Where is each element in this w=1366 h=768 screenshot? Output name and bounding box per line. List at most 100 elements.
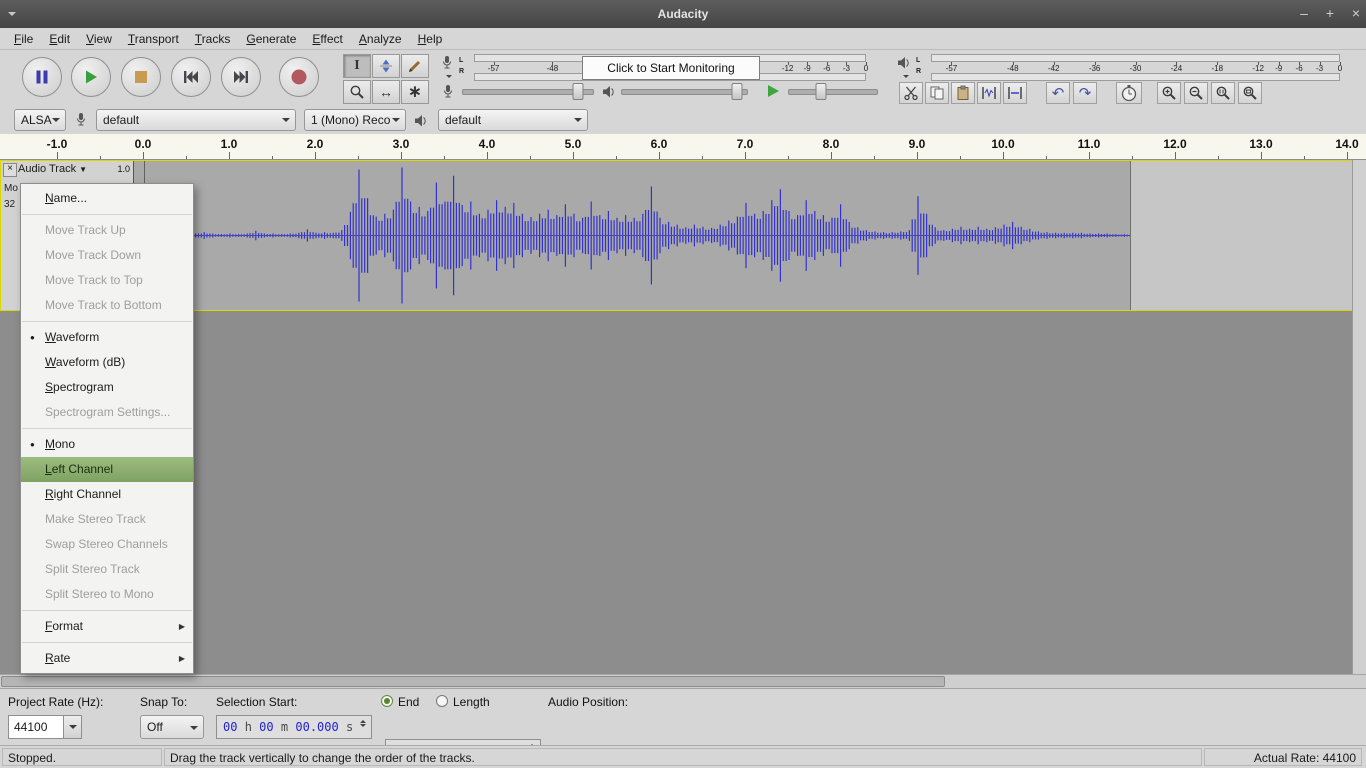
- menu-tracks[interactable]: Tracks: [187, 28, 239, 50]
- timeline-ruler[interactable]: -1.00.01.02.03.04.05.06.07.08.09.010.011…: [0, 134, 1366, 160]
- monitor-text[interactable]: Click to Start Monitoring: [582, 56, 760, 80]
- pause-button[interactable]: [22, 57, 62, 97]
- selection-tool-button[interactable]: I: [343, 54, 371, 78]
- end-radio-label[interactable]: End: [398, 695, 419, 709]
- menu-view[interactable]: View: [78, 28, 120, 50]
- skip-to-end-button[interactable]: [221, 57, 261, 97]
- menu-item-rate[interactable]: Rate▶: [21, 646, 193, 671]
- meter-tick: [866, 62, 867, 65]
- audio-host-select[interactable]: ALSA: [14, 109, 66, 131]
- playback-meter[interactable]: LR -57-48-42-36-30-24-18-12-9-6-30: [895, 53, 1342, 82]
- meter-scale-number: -30: [1130, 64, 1142, 73]
- playback-device-select[interactable]: default: [438, 109, 588, 131]
- project-rate-input[interactable]: 44100: [8, 715, 64, 739]
- menu-item-left-channel[interactable]: Left Channel: [21, 457, 193, 482]
- menu-file[interactable]: File: [6, 28, 41, 50]
- trim-outside-button[interactable]: [977, 82, 1001, 104]
- chevron-down-icon: [392, 118, 400, 126]
- cut-button[interactable]: [899, 82, 923, 104]
- slider-thumb[interactable]: [573, 83, 584, 100]
- track-format-info: Mo: [4, 183, 18, 194]
- playback-meter-head[interactable]: LR: [895, 53, 929, 82]
- title-bar[interactable]: Audacity – + ×: [0, 0, 1366, 28]
- menu-help[interactable]: Help: [410, 28, 451, 50]
- undo-button[interactable]: ↶: [1046, 82, 1070, 104]
- menu-generate[interactable]: Generate: [238, 28, 304, 50]
- recording-meter[interactable]: LR -57-48-42-36-30-24-18-12-9-6-30 Click…: [438, 53, 868, 82]
- scrollbar-thumb[interactable]: [1, 676, 945, 687]
- menu-item-mono[interactable]: ●Mono: [21, 432, 193, 457]
- menu-transport[interactable]: Transport: [120, 28, 187, 50]
- snap-to-select[interactable]: Off: [140, 715, 204, 739]
- menu-item-name[interactable]: Name...: [21, 186, 193, 211]
- track-title-menu[interactable]: Audio Track ▼: [18, 163, 87, 175]
- record-button[interactable]: [279, 57, 319, 97]
- draw-tool-button[interactable]: [401, 54, 429, 78]
- play-button[interactable]: [71, 57, 111, 97]
- slider-thumb[interactable]: [731, 83, 742, 100]
- ruler-label: 14.0: [1335, 137, 1358, 151]
- minimize-button[interactable]: –: [1291, 0, 1317, 28]
- meter-tick: [846, 62, 847, 65]
- stop-button[interactable]: [121, 57, 161, 97]
- zoom-out-button[interactable]: [1184, 82, 1208, 104]
- audio-clip[interactable]: [134, 161, 1131, 310]
- timer-record-button[interactable]: [1116, 82, 1142, 104]
- recording-meter-head[interactable]: LR: [438, 53, 472, 82]
- envelope-tool-button[interactable]: [372, 54, 400, 78]
- recording-volume-slider[interactable]: [462, 83, 594, 99]
- meter-channel-labels: LR: [916, 55, 921, 77]
- selection-start-label: Selection Start:: [216, 695, 297, 709]
- slider-thumb[interactable]: [816, 83, 827, 100]
- menu-edit[interactable]: Edit: [41, 28, 78, 50]
- multi-tool-button[interactable]: ∗: [401, 80, 429, 104]
- ruler-minor-tick: [1175, 156, 1176, 159]
- menu-item-right-channel[interactable]: Right Channel: [21, 482, 193, 507]
- recording-device-select[interactable]: default: [96, 109, 296, 131]
- project-rate-dropdown-button[interactable]: [63, 715, 82, 739]
- menu-item-format[interactable]: Format▶: [21, 614, 193, 639]
- ruler-minor-tick: [401, 156, 402, 159]
- paste-button[interactable]: [951, 82, 975, 104]
- pencil-icon: [407, 58, 423, 74]
- ruler-label: 7.0: [737, 137, 754, 151]
- menu-effect[interactable]: Effect: [304, 28, 350, 50]
- audio-position-label: Audio Position:: [548, 695, 628, 709]
- end-radio[interactable]: [381, 695, 393, 707]
- length-radio-label[interactable]: Length: [453, 695, 490, 709]
- recording-channels-select[interactable]: 1 (Mono) Reco: [304, 109, 406, 131]
- skip-to-start-button[interactable]: [171, 57, 211, 97]
- meter-tick: [1340, 62, 1341, 65]
- ruler-label: 1.0: [221, 137, 238, 151]
- menu-analyze[interactable]: Analyze: [351, 28, 410, 50]
- maximize-button[interactable]: +: [1317, 0, 1343, 28]
- track-area-background[interactable]: [0, 311, 1352, 674]
- redo-button[interactable]: ↷: [1073, 82, 1097, 104]
- length-radio[interactable]: [436, 695, 448, 707]
- silence-selection-button[interactable]: [1003, 82, 1027, 104]
- track-close-button[interactable]: ×: [3, 163, 17, 177]
- menu-item-waveform[interactable]: ●Waveform: [21, 325, 193, 350]
- menu-item-spectrogram[interactable]: Spectrogram: [21, 375, 193, 400]
- status-actual-rate: Actual Rate: 44100: [1204, 748, 1362, 766]
- spinner-icon[interactable]: [360, 719, 369, 728]
- close-button[interactable]: ×: [1343, 0, 1366, 28]
- zoom-to-selection-button[interactable]: [1211, 82, 1235, 104]
- playback-volume-slider[interactable]: [621, 83, 748, 99]
- zoom-tool-button[interactable]: [343, 80, 371, 104]
- selection-start-field[interactable]: 00 h 00 m 00.000 s: [216, 715, 372, 739]
- play-speed-slider[interactable]: [788, 83, 878, 99]
- copy-button[interactable]: [925, 82, 949, 104]
- fit-project-button[interactable]: [1238, 82, 1262, 104]
- audio-track[interactable]: × Audio Track ▼ Mo 32 1.0: [0, 160, 1352, 311]
- menu-item-waveform-db[interactable]: Waveform (dB): [21, 350, 193, 375]
- play-at-speed-icon[interactable]: [766, 84, 780, 98]
- track-content[interactable]: [134, 161, 1353, 310]
- zoom-in-button[interactable]: [1157, 82, 1181, 104]
- ruler-label: 0.0: [135, 137, 152, 151]
- horizontal-scrollbar[interactable]: [0, 674, 1366, 688]
- meter-scale-number: -12: [782, 64, 794, 73]
- timeshift-tool-button[interactable]: ↔: [372, 80, 400, 104]
- vertical-scrollbar[interactable]: [1352, 160, 1366, 674]
- ruler-minor-tick: [874, 156, 875, 159]
